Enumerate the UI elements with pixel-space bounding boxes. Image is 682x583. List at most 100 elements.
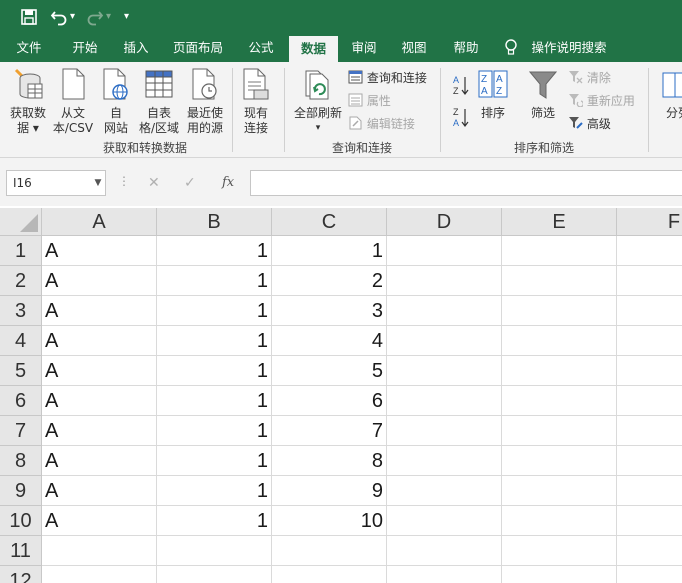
cell-f7[interactable] bbox=[617, 416, 682, 446]
cell-e7[interactable] bbox=[502, 416, 617, 446]
cell-c8[interactable]: 8 bbox=[272, 446, 387, 476]
cell-b5[interactable]: 1 bbox=[157, 356, 272, 386]
cell-f6[interactable] bbox=[617, 386, 682, 416]
column-header-a[interactable]: A bbox=[42, 208, 157, 236]
queries-connections-button[interactable]: 查询和连接 bbox=[348, 68, 427, 88]
cell-c11[interactable] bbox=[272, 536, 387, 566]
column-header-f[interactable]: F bbox=[617, 208, 682, 236]
cell-a7[interactable]: A bbox=[42, 416, 157, 446]
cell-a1[interactable]: A bbox=[42, 236, 157, 266]
tab-insert[interactable]: 插入 bbox=[114, 34, 158, 62]
row-header[interactable]: 2 bbox=[0, 266, 42, 296]
cell-a12[interactable] bbox=[42, 566, 157, 583]
existing-connections-button[interactable]: 现有 连接 bbox=[236, 68, 276, 138]
cell-c4[interactable]: 4 bbox=[272, 326, 387, 356]
cell-d1[interactable] bbox=[387, 236, 502, 266]
row-header[interactable]: 3 bbox=[0, 296, 42, 326]
sort-descending-button[interactable]: ZA bbox=[452, 106, 470, 128]
name-box[interactable]: I16 bbox=[6, 170, 106, 196]
cell-e11[interactable] bbox=[502, 536, 617, 566]
sort-button[interactable]: ZA AZ 排序 bbox=[476, 68, 510, 138]
cell-d7[interactable] bbox=[387, 416, 502, 446]
sort-ascending-button[interactable]: AZ bbox=[452, 74, 470, 96]
cell-a6[interactable]: A bbox=[42, 386, 157, 416]
cell-d5[interactable] bbox=[387, 356, 502, 386]
cell-f2[interactable] bbox=[617, 266, 682, 296]
undo-dropdown[interactable]: ▾ bbox=[70, 6, 75, 28]
tab-home[interactable]: 开始 bbox=[62, 34, 108, 62]
cell-d8[interactable] bbox=[387, 446, 502, 476]
name-box-dropdown-icon[interactable]: ▼ bbox=[92, 170, 104, 196]
cell-e10[interactable] bbox=[502, 506, 617, 536]
row-header[interactable]: 7 bbox=[0, 416, 42, 446]
from-web-button[interactable]: 自 网站 bbox=[98, 68, 134, 138]
text-to-columns-button[interactable]: 分列 bbox=[658, 68, 682, 138]
cell-b11[interactable] bbox=[157, 536, 272, 566]
from-text-csv-button[interactable]: 从文 本/CSV bbox=[50, 68, 96, 138]
cell-e3[interactable] bbox=[502, 296, 617, 326]
save-icon[interactable] bbox=[20, 6, 38, 28]
cell-c6[interactable]: 6 bbox=[272, 386, 387, 416]
tab-formulas[interactable]: 公式 bbox=[238, 34, 284, 62]
cell-c5[interactable]: 5 bbox=[272, 356, 387, 386]
cell-c1[interactable]: 1 bbox=[272, 236, 387, 266]
column-header-c[interactable]: C bbox=[272, 208, 387, 236]
cell-a2[interactable]: A bbox=[42, 266, 157, 296]
cell-a10[interactable]: A bbox=[42, 506, 157, 536]
cell-f12[interactable] bbox=[617, 566, 682, 583]
cell-a5[interactable]: A bbox=[42, 356, 157, 386]
cell-c12[interactable] bbox=[272, 566, 387, 583]
column-header-e[interactable]: E bbox=[502, 208, 617, 236]
cell-b3[interactable]: 1 bbox=[157, 296, 272, 326]
cell-e6[interactable] bbox=[502, 386, 617, 416]
from-table-range-button[interactable]: 自表 格/区域 bbox=[136, 68, 182, 138]
tab-review[interactable]: 审阅 bbox=[342, 34, 386, 62]
column-header-b[interactable]: B bbox=[157, 208, 272, 236]
row-header[interactable]: 1 bbox=[0, 236, 42, 266]
row-header[interactable]: 9 bbox=[0, 476, 42, 506]
tab-file[interactable]: 文件 bbox=[8, 34, 50, 62]
cell-d4[interactable] bbox=[387, 326, 502, 356]
cell-b7[interactable]: 1 bbox=[157, 416, 272, 446]
cell-e8[interactable] bbox=[502, 446, 617, 476]
undo-icon[interactable] bbox=[50, 6, 68, 28]
formula-input[interactable] bbox=[250, 170, 682, 196]
row-header[interactable]: 8 bbox=[0, 446, 42, 476]
row-header[interactable]: 5 bbox=[0, 356, 42, 386]
cell-f8[interactable] bbox=[617, 446, 682, 476]
tab-help[interactable]: 帮助 bbox=[444, 34, 488, 62]
cell-d2[interactable] bbox=[387, 266, 502, 296]
insert-function-button[interactable]: fx bbox=[222, 172, 234, 194]
column-header-d[interactable]: D bbox=[387, 208, 502, 236]
refresh-all-button[interactable]: 全部刷新 ▾ bbox=[290, 68, 346, 138]
cell-e12[interactable] bbox=[502, 566, 617, 583]
cell-c10[interactable]: 10 bbox=[272, 506, 387, 536]
cell-a9[interactable]: A bbox=[42, 476, 157, 506]
tab-page-layout[interactable]: 页面布局 bbox=[166, 34, 230, 62]
cell-f1[interactable] bbox=[617, 236, 682, 266]
cell-a8[interactable]: A bbox=[42, 446, 157, 476]
cell-b8[interactable]: 1 bbox=[157, 446, 272, 476]
tab-view[interactable]: 视图 bbox=[392, 34, 436, 62]
cell-c3[interactable]: 3 bbox=[272, 296, 387, 326]
cell-f3[interactable] bbox=[617, 296, 682, 326]
formula-bar-grip-icon[interactable]: ⋮ bbox=[118, 174, 130, 188]
get-data-button[interactable]: 获取数 据 ▾ bbox=[6, 68, 50, 138]
filter-button[interactable]: 筛选 bbox=[524, 68, 562, 138]
cell-b9[interactable]: 1 bbox=[157, 476, 272, 506]
cell-c2[interactable]: 2 bbox=[272, 266, 387, 296]
cell-e1[interactable] bbox=[502, 236, 617, 266]
row-header[interactable]: 4 bbox=[0, 326, 42, 356]
row-header[interactable]: 10 bbox=[0, 506, 42, 536]
row-header[interactable]: 12 bbox=[0, 566, 42, 583]
cell-b1[interactable]: 1 bbox=[157, 236, 272, 266]
cell-f11[interactable] bbox=[617, 536, 682, 566]
cell-c7[interactable]: 7 bbox=[272, 416, 387, 446]
worksheet-grid[interactable]: ABCDEF1A112A123A134A145A156A167A178A189A… bbox=[0, 208, 682, 583]
recent-sources-button[interactable]: 最近使 用的源 bbox=[182, 68, 228, 138]
cell-e9[interactable] bbox=[502, 476, 617, 506]
cell-a11[interactable] bbox=[42, 536, 157, 566]
cell-b6[interactable]: 1 bbox=[157, 386, 272, 416]
cell-b10[interactable]: 1 bbox=[157, 506, 272, 536]
cell-d9[interactable] bbox=[387, 476, 502, 506]
